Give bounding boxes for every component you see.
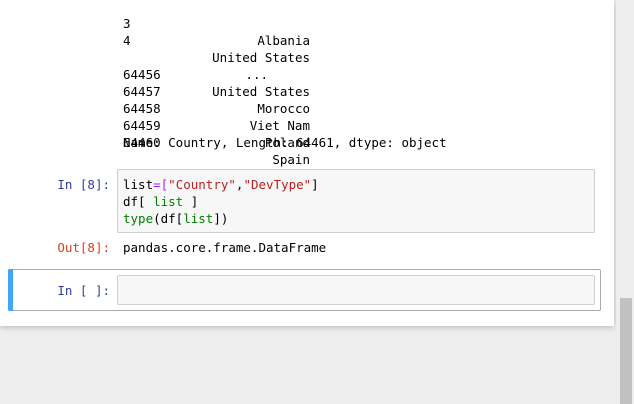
- output-footer: Name: Country, Length: 64461, dtype: obj…: [123, 135, 447, 150]
- code-line-2: df[ list ]: [123, 193, 198, 210]
- code-token: df[: [123, 194, 154, 209]
- cell-output: pandas.core.frame.DataFrame: [123, 240, 327, 255]
- code-editor[interactable]: list=["Country","DevType"] df[ list ] ty…: [117, 169, 595, 233]
- output-prompt: Out[8]:: [57, 240, 110, 255]
- row-value: Spain: [272, 152, 310, 167]
- code-token: ]: [311, 177, 319, 192]
- code-token: ]: [183, 194, 199, 209]
- input-prompt: In [8]:: [57, 177, 110, 192]
- code-token: "Country": [168, 177, 236, 192]
- notebook-container: 3 Albania 4 United States ... 64456 Unit…: [0, 0, 614, 326]
- code-token: list: [183, 211, 214, 226]
- code-editor[interactable]: [117, 275, 595, 305]
- code-token: (df[: [153, 211, 184, 226]
- code-token: "DevType": [243, 177, 312, 192]
- scrollbar-thumb[interactable]: [620, 298, 632, 404]
- code-token: type: [123, 211, 154, 226]
- code-token: list: [153, 194, 184, 209]
- code-token: list: [123, 177, 154, 192]
- code-token: =[: [153, 177, 169, 192]
- input-prompt: In [ ]:: [57, 283, 110, 298]
- scrollbar-track[interactable]: [616, 0, 634, 404]
- code-line-3: type(df[list]): [123, 210, 228, 227]
- code-token: ]): [213, 211, 229, 226]
- code-line-1: list=["Country","DevType"]: [123, 176, 319, 193]
